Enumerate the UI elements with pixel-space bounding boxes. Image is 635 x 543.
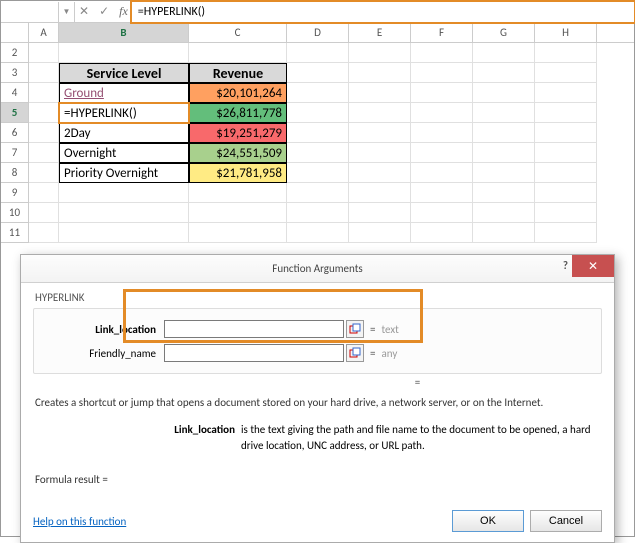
row-header[interactable]: 7 [1, 143, 29, 163]
cell-b4[interactable]: Ground [59, 83, 189, 103]
table-header-revenue[interactable]: Revenue [189, 63, 287, 83]
arg-input-friendly-name[interactable] [164, 344, 344, 362]
ok-button[interactable]: OK [452, 510, 524, 532]
name-box-dropdown[interactable]: ▼ [59, 2, 75, 22]
cancel-edit-icon[interactable]: ✕ [79, 4, 89, 19]
row-header[interactable]: 11 [1, 223, 29, 243]
range-select-icon[interactable] [346, 320, 364, 338]
equals-sign: = [370, 323, 375, 336]
row-header[interactable]: 5 [1, 103, 29, 123]
cell-c5[interactable]: $26,811,778 [189, 103, 287, 123]
cancel-button[interactable]: Cancel [530, 510, 602, 532]
arg-label-friendly-name: Friendly_name [44, 347, 164, 360]
table-header-service[interactable]: Service Level [59, 63, 189, 83]
formula-text: =HYPERLINK() [138, 5, 205, 19]
arg-input-link-location[interactable] [164, 320, 344, 338]
help-link[interactable]: Help on this function [33, 515, 446, 528]
col-header-a[interactable]: A [29, 23, 59, 42]
formula-bar: ▼ ✕ ✓ fx =HYPERLINK() [1, 1, 634, 23]
col-header-g[interactable]: G [473, 23, 535, 42]
row-header[interactable]: 6 [1, 123, 29, 143]
cell-c4[interactable]: $20,101,264 [189, 83, 287, 103]
result-preview: = [233, 374, 602, 395]
equals-sign: = [370, 347, 375, 360]
dialog-title-bar[interactable]: Function Arguments ? ✕ [21, 255, 614, 283]
help-icon[interactable]: ? [563, 259, 568, 272]
close-icon[interactable]: ✕ [572, 255, 614, 277]
arg-type-hint: text [381, 323, 398, 336]
arguments-group: Link_location = text Friendly_name = any [33, 308, 602, 374]
cell-b5-text: =HYPERLINK() [64, 106, 137, 121]
col-header-h[interactable]: H [535, 23, 597, 42]
row-header[interactable]: 8 [1, 163, 29, 183]
cell-b7[interactable]: Overnight [59, 143, 189, 163]
spreadsheet-grid[interactable]: 2 3 Service Level Revenue 4 Ground $20,1… [1, 43, 634, 243]
highlight-box [130, 0, 635, 24]
formula-result-label: Formula result = [33, 465, 602, 494]
arg-detail-text: is the text giving the path and file nam… [241, 422, 600, 453]
arg-detail-label: Link_location [35, 422, 241, 453]
cell-c7[interactable]: $24,551,509 [189, 143, 287, 163]
row-header[interactable]: 3 [1, 63, 29, 83]
accept-edit-icon[interactable]: ✓ [99, 4, 109, 19]
row-header[interactable]: 9 [1, 183, 29, 203]
arg-label-link-location: Link_location [44, 323, 164, 336]
cell-b8[interactable]: Priority Overnight [59, 163, 189, 183]
col-header-e[interactable]: E [349, 23, 411, 42]
col-header-b[interactable]: B [59, 23, 189, 42]
column-header-row: A B C D E F G H [1, 23, 634, 43]
row-header[interactable]: 10 [1, 203, 29, 223]
row-header[interactable]: 4 [1, 83, 29, 103]
cell-c6[interactable]: $19,251,279 [189, 123, 287, 143]
formula-input[interactable]: =HYPERLINK() [132, 2, 634, 22]
function-description: Creates a shortcut or jump that opens a … [33, 395, 602, 418]
range-select-icon[interactable] [346, 344, 364, 362]
col-header-d[interactable]: D [287, 23, 349, 42]
arg-type-hint: any [381, 347, 397, 360]
function-arguments-dialog: Function Arguments ? ✕ HYPERLINK Link_lo… [20, 254, 615, 543]
col-header-f[interactable]: F [411, 23, 473, 42]
function-name: HYPERLINK [33, 291, 602, 304]
fx-icon[interactable]: fx [119, 4, 128, 19]
name-box[interactable] [1, 2, 59, 22]
dialog-title: Function Arguments [272, 262, 362, 275]
row-header[interactable]: 2 [1, 43, 29, 63]
cell-b5[interactable]: =HYPERLINK() [59, 103, 189, 123]
cell-b6[interactable]: 2Day [59, 123, 189, 143]
cell-c8[interactable]: $21,781,958 [189, 163, 287, 183]
col-header-c[interactable]: C [189, 23, 287, 42]
